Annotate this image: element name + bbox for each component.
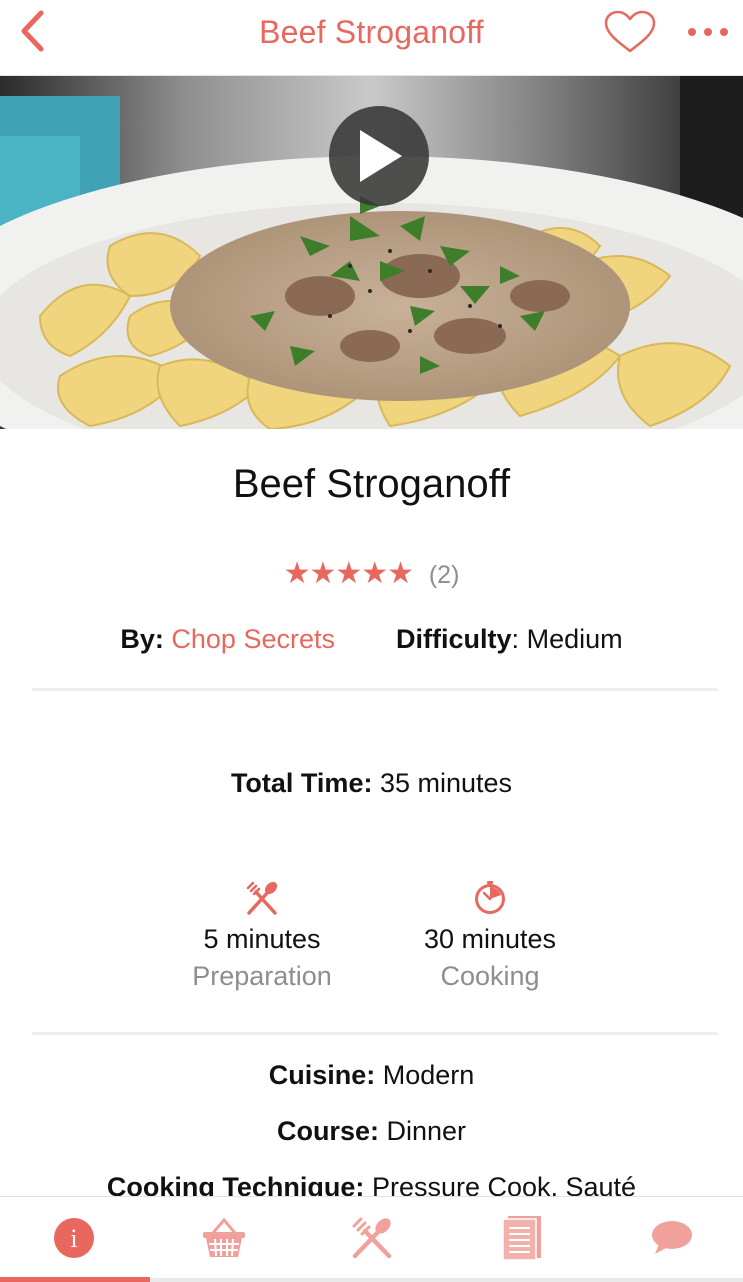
course-value: Dinner [386,1116,467,1146]
chat-bubble-icon [652,1221,692,1254]
cook-time: 30 minutes Cooking [375,880,605,992]
recipe-title: Beef Stroganoff [232,462,511,506]
tab-ingredients[interactable] [150,1197,298,1279]
rating-stars: ★★★★★ [283,557,414,590]
document-icon [502,1216,541,1261]
author-link[interactable]: Chop Secrets [171,624,335,654]
cuisine-value: Modern [382,1060,475,1090]
ellipsis-icon [688,28,728,36]
more-options-button[interactable] [684,14,732,50]
difficulty-label: Difficulty [396,624,512,654]
heart-outline-icon [604,10,656,53]
svg-text:i: i [70,1224,77,1253]
utensils-icon [246,881,278,915]
active-tab-indicator [0,1277,150,1282]
navigation-bar: Beef Stroganoff [0,0,743,76]
course-label: Course: [276,1116,379,1146]
recipe-rating[interactable]: ★★★★★ (2) [0,556,743,591]
prep-time: 5 minutes Preparation [147,880,377,992]
difficulty-separator: : [511,624,520,654]
total-time: Total Time: 35 minutes [0,768,743,799]
timer-icon [475,881,505,914]
rating-count: (2) [428,561,460,589]
recipe-meta: By: Chop Secrets Difficulty: Medium [0,624,743,655]
tab-directions[interactable] [448,1197,596,1279]
divider [32,688,718,691]
tab-cook-mode[interactable] [298,1197,446,1279]
total-time-label: Total Time: [230,768,373,798]
cook-time-value: 30 minutes [423,924,557,954]
prep-time-value: 5 minutes [203,924,321,954]
prep-time-label: Preparation [192,961,332,991]
play-video-button[interactable] [329,106,429,206]
tab-bar: i [0,1196,743,1282]
cuisine-row: Cuisine: Modern [0,1060,743,1091]
tab-info[interactable]: i [0,1197,148,1279]
tab-reviews[interactable] [598,1197,743,1279]
favorite-button[interactable] [600,8,660,56]
cook-time-label: Cooking [440,961,540,991]
play-icon [360,130,402,182]
tab-indicator-track [150,1278,743,1282]
cuisine-label: Cuisine: [268,1060,376,1090]
course-row: Course: Dinner [0,1116,743,1147]
utensils-icon [352,1217,392,1259]
author-label: By: [120,624,164,654]
recipe-video-thumbnail[interactable] [0,76,743,429]
info-icon: i [54,1218,94,1258]
difficulty-value: Medium [526,624,623,654]
basket-icon [203,1217,245,1257]
divider [32,1032,718,1035]
total-time-value: 35 minutes [379,768,513,798]
